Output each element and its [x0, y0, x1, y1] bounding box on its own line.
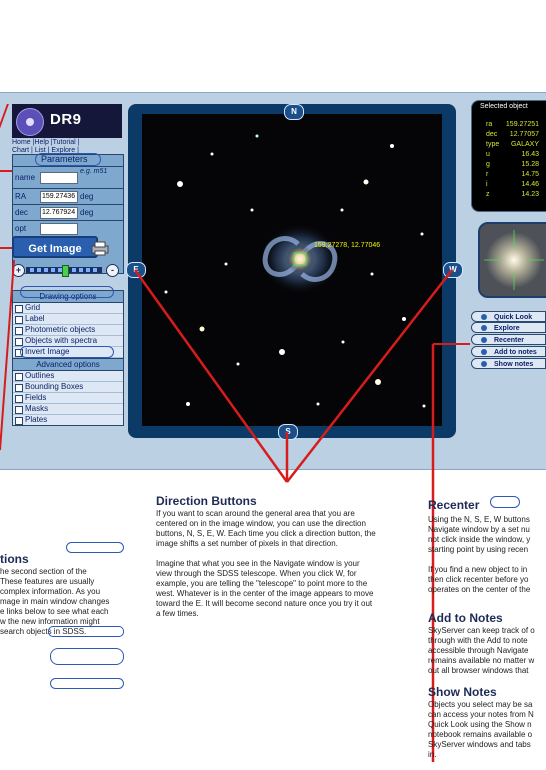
text-line: not click inside the window, y [428, 535, 531, 544]
text-line: Navigate window by a set nu [428, 525, 530, 534]
selected-object-key: dec [486, 131, 498, 138]
text-line: SkyServer windows and tabs [428, 740, 531, 749]
selected-object-key: u [486, 151, 490, 158]
text-line [428, 555, 546, 565]
text-line: notebook remains available o [428, 730, 533, 739]
selected-object-value: 12.77057 [509, 131, 539, 138]
object-thumbnail [478, 222, 546, 298]
text-line: out all browser windows that [428, 666, 529, 675]
selected-object-key: z [486, 191, 490, 198]
quick-look-button[interactable]: Quick Look [471, 311, 546, 322]
selected-object-value: 16.43 [521, 151, 539, 158]
text-line: centered on in the image window, you can… [156, 519, 366, 528]
text-line: in. [428, 750, 437, 759]
text-line: These features are usually [0, 577, 95, 586]
selected-object-key: i [486, 181, 488, 188]
text-line: e links below to see what each [0, 607, 109, 616]
text-line: remains available no matter w [428, 656, 535, 665]
annotation-oval [66, 542, 124, 553]
selected-object-value: GALAXY [510, 141, 539, 148]
selected-object-key: g [486, 161, 490, 168]
annotation-oval [48, 626, 124, 637]
annotation-oval [490, 496, 520, 508]
selected-object-value: 14.23 [521, 191, 539, 198]
text-line: then click recenter before yo [428, 575, 529, 584]
explore-button[interactable]: Explore [471, 322, 546, 333]
text-line: starting point by using recen [428, 545, 529, 554]
text-line: example, you are telling the "telescope"… [156, 579, 368, 588]
add-notes-text: SkyServer can keep track of o through wit… [428, 626, 546, 676]
selected-object-key: type [486, 141, 500, 148]
text-line: Using the N, S, E, W buttons [428, 515, 530, 524]
add-notes-heading: Add to Notes [428, 611, 503, 625]
text-line: If you find a new object to in [428, 565, 528, 574]
selected-object-box: Selected object ra 159.27251 dec 12.77057 ty… [471, 100, 546, 212]
text-line: through with the Add to note [428, 636, 528, 645]
recenter-text: Using the N, S, E, W buttons Navigate win… [428, 515, 546, 595]
text-line: complex information. As you [0, 587, 101, 596]
selected-object-value: 14.75 [521, 171, 539, 178]
text-line: he second section of the [0, 567, 87, 576]
selected-object-value: 15.28 [521, 161, 539, 168]
show-notes-heading: Show Notes [428, 685, 497, 699]
text-line: view through the SDSS telescope. When yo… [156, 569, 357, 578]
recenter-button[interactable]: Recenter [471, 334, 546, 345]
text-line: Quick Look using the Show n [428, 720, 532, 729]
options-heading: tions [0, 552, 29, 566]
text-line: mage in main window changes [0, 597, 110, 606]
text-line: image shifts a set number of pixels in t… [156, 539, 338, 548]
selected-object-value: 159.27251 [505, 121, 539, 128]
show-notes-text: Objects you select may be sa can access y… [428, 700, 546, 760]
recenter-heading: Recenter [428, 498, 480, 512]
text-line: toward the E. It will become second natu… [156, 599, 373, 608]
show-notes-button[interactable]: Show notes [471, 358, 546, 369]
direction-buttons-heading: Direction Buttons [156, 494, 257, 508]
annotation-oval [50, 678, 124, 689]
direction-buttons-text: If you want to scan around the general a… [156, 509, 412, 619]
add-to-notes-button[interactable]: Add to notes [471, 346, 546, 357]
text-line: west. Whatever is in the center of the i… [156, 589, 374, 598]
text-line: can access your notes from N [428, 710, 534, 719]
text-line: If you want to scan around the general a… [156, 509, 355, 518]
text-line: operates on the center of the [428, 585, 531, 594]
text-line: SkyServer can keep track of o [428, 626, 535, 635]
text-line: accessible through Navigate [428, 646, 529, 655]
text-line: Objects you select may be sa [428, 700, 533, 709]
text-line: a few times. [156, 609, 199, 618]
selected-object-title: Selected object [480, 103, 528, 110]
text-line [156, 549, 412, 559]
selected-object-key: r [486, 171, 489, 178]
text-line: buttons, N, S, E, W. Each time you click… [156, 529, 376, 538]
selected-object-value: 14.46 [521, 181, 539, 188]
text-line: Imagine that what you see in the Navigat… [156, 559, 360, 568]
annotation-oval [50, 648, 124, 665]
selected-object-key: ra [486, 121, 493, 128]
